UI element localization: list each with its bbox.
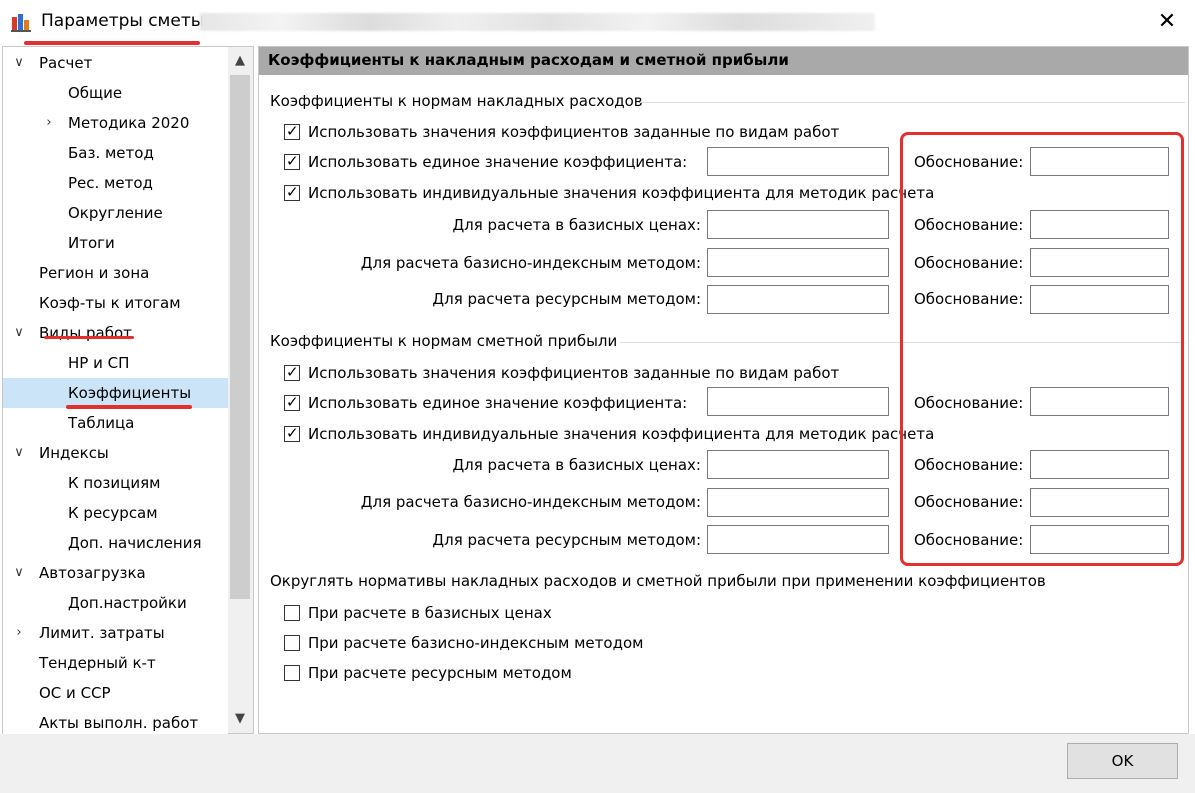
tree-item-limit-zatraty[interactable]: › Лимит. затраты [3,618,229,648]
chevron-down-icon[interactable]: ∨ [11,318,27,348]
vidy-rabot-underline-annotation [44,336,134,339]
profit-single-checkbox[interactable]: ✓ [284,393,300,411]
overhead-single-input[interactable] [707,147,889,176]
panel-title: Коэффициенты к накладным расходам и смет… [268,51,789,69]
profit-base-index-input[interactable] [707,488,889,517]
tree-item-raschet[interactable]: ∨ Расчет [3,48,229,78]
rounding-base-index-checkbox[interactable] [284,635,300,651]
tree-item-nr-i-sp[interactable]: НР и СП [3,348,229,378]
title-bar: Параметры сметы - ✕ [0,0,1195,44]
tree-item-tablica[interactable]: Таблица [3,408,229,438]
tree-item-k-poziciyam[interactable]: К позициям [3,468,229,498]
profit-resource-input[interactable] [707,525,889,554]
rounding-base-prices-label: При расчете в базисных ценах [308,604,552,622]
redacted-title-part [200,13,875,31]
chevron-right-icon[interactable]: › [41,108,57,138]
tree-item-indeksy[interactable]: ∨ Индексы [3,438,229,468]
rounding-group-title: Округлять нормативы накладных расходов и… [270,572,1046,590]
tree-item-koefficienty[interactable]: Коэффициенты [3,378,229,408]
overhead-single-checkbox[interactable]: ✓ [284,152,300,170]
title-underline-annotation [24,41,200,45]
tree-item-baz-metod[interactable]: Баз. метод [3,138,229,168]
overhead-by-work-type-label: Использовать значения коэффициентов зада… [308,123,840,141]
rounding-resource-label: При расчете ресурсным методом [308,664,572,682]
tree-item-akty[interactable]: Акты выполн. работ [3,708,229,735]
chevron-down-icon[interactable]: ∨ [11,48,27,78]
overhead-by-work-type-checkbox[interactable]: ✓ [284,122,300,140]
dialog-footer [0,734,1195,793]
settings-tree: ∨ Расчет Общие › Методика 2020 Баз. мето… [2,46,229,736]
chevron-down-icon[interactable]: ∨ [11,438,27,468]
profit-individual-label: Использовать индивидуальные значения коэ… [308,425,935,443]
tree-item-region[interactable]: Регион и зона [3,258,229,288]
profit-base-prices-input[interactable] [707,450,889,479]
tree-scrollbar[interactable]: ▲ ▼ [228,46,254,734]
tree-item-vidy-rabot[interactable]: ∨ Виды работ [3,318,229,348]
tree-item-dop-nachisleniya[interactable]: Доп. начисления [3,528,229,558]
ok-button[interactable]: OK [1067,743,1178,779]
tree-item-dop-nastroyki[interactable]: Доп.настройки [3,588,229,618]
rounding-resource-checkbox[interactable] [284,665,300,681]
app-icon [11,14,31,32]
rounding-base-prices-checkbox[interactable] [284,605,300,621]
tree-item-avtozagruzka[interactable]: ∨ Автозагрузка [3,558,229,588]
tree-item-os-i-ssr[interactable]: ОС и ССР [3,678,229,708]
tree-item-itogi[interactable]: Итоги [3,228,229,258]
tree-item-koef-k-itogam[interactable]: Коэф-ты к итогам [3,288,229,318]
overhead-base-index-input[interactable] [707,248,889,277]
overhead-group-title: Коэффициенты к нормам накладных расходов [270,92,643,110]
profit-single-input[interactable] [707,387,889,416]
scroll-down-icon[interactable]: ▼ [228,705,252,733]
profit-by-work-type-label: Использовать значения коэффициентов зада… [308,364,840,382]
rounding-base-index-label: При расчете базисно-индексным методом [308,634,644,652]
overhead-individual-checkbox[interactable]: ✓ [284,183,300,201]
koefficienty-underline-annotation [66,405,192,409]
tree-item-okruglenie[interactable]: Округление [3,198,229,228]
overhead-individual-label: Использовать индивидуальные значения коэ… [308,184,935,202]
panel-header: Коэффициенты к накладным расходам и смет… [259,47,1188,75]
tree-item-obshchie[interactable]: Общие [3,78,229,108]
profit-group-title: Коэффициенты к нормам сметной прибыли [270,332,618,350]
profit-by-work-type-checkbox[interactable]: ✓ [284,363,300,381]
profit-single-label: Использовать единое значение коэффициент… [308,394,688,412]
chevron-down-icon[interactable]: ∨ [11,558,27,588]
scrollbar-thumb[interactable] [230,75,250,599]
overhead-base-prices-label: Для расчета в базисных ценах: [452,216,701,234]
window-title: Параметры сметы - [41,11,216,31]
profit-base-prices-label: Для расчета в базисных ценах: [452,456,701,474]
close-icon[interactable]: ✕ [1150,6,1184,38]
profit-individual-checkbox[interactable]: ✓ [284,424,300,442]
overhead-base-prices-input[interactable] [707,210,889,239]
chevron-right-icon[interactable]: › [11,618,27,648]
overhead-group-line [640,102,1185,103]
tree-item-res-metod[interactable]: Рес. метод [3,168,229,198]
tree-item-metodika-2020[interactable]: › Методика 2020 [3,108,229,138]
tree-item-k-resursam[interactable]: К ресурсам [3,498,229,528]
overhead-resource-input[interactable] [707,285,889,314]
justification-highlight-annotation [900,132,1184,566]
overhead-resource-label: Для расчета ресурсным методом: [432,290,701,308]
tree-item-tendernyy[interactable]: Тендерный к-т [3,648,229,678]
scroll-up-icon[interactable]: ▲ [228,47,252,75]
profit-base-index-label: Для расчета базисно-индексным методом: [360,493,701,511]
profit-resource-label: Для расчета ресурсным методом: [432,531,701,549]
overhead-base-index-label: Для расчета базисно-индексным методом: [360,254,701,272]
overhead-single-label: Использовать единое значение коэффициент… [308,153,688,171]
